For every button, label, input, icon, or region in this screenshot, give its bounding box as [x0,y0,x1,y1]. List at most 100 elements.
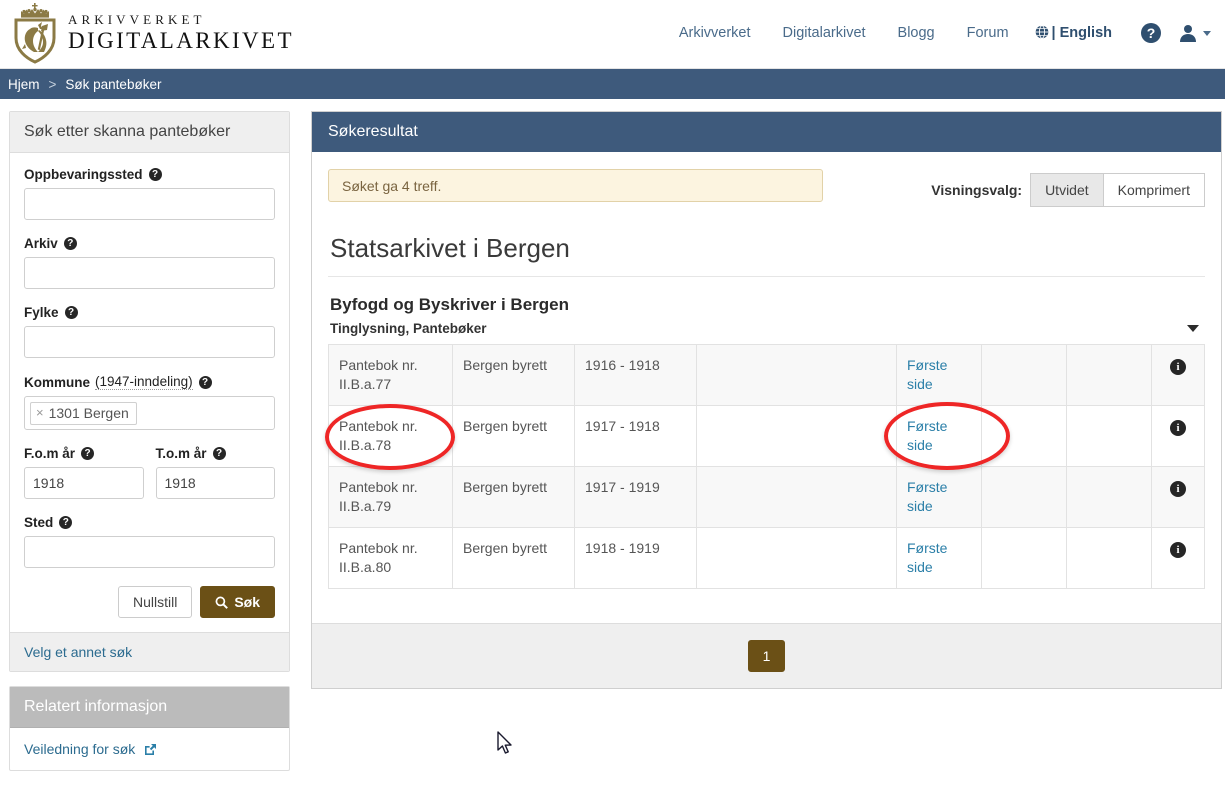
label-tom-ar: T.o.m år ? [156,446,276,461]
cell-court: Bergen byrett [452,466,575,528]
cell-info[interactable]: i [1151,344,1205,406]
user-icon [1180,25,1196,42]
kommune-tag[interactable]: × 1301 Bergen [30,401,137,425]
cell-court: Bergen byrett [452,344,575,406]
cell-years: 1917 - 1919 [574,466,697,528]
cell-years: 1917 - 1918 [574,405,697,467]
kommune-tag-remove-icon[interactable]: × [36,405,44,420]
input-fylke[interactable] [24,326,275,358]
first-page-link[interactable]: Første side [907,540,947,575]
view-option-komprimert[interactable]: Komprimert [1102,173,1205,207]
sidebar: Søk etter skanna pantebøker Oppbevarings… [9,111,290,771]
year-range-row: F.o.m år ? T.o.m år ? [24,444,275,513]
info-icon[interactable]: i [1170,420,1186,436]
group-subtitle: Tinglysning, Pantebøker [330,321,487,336]
table-row[interactable]: Pantebok nr. II.B.a.80 Bergen byrett 191… [328,527,1205,589]
input-oppbevaringssted[interactable] [24,188,275,220]
help-icon-sted[interactable]: ? [59,516,73,529]
first-page-link[interactable]: Første side [907,418,947,453]
related-info-body: Veiledning for søk [10,728,289,770]
guide-link[interactable]: Veiledning for søk [24,741,157,757]
page-root: ARKIVVERKET DIGITALARKIVET Arkivverket D… [0,0,1225,810]
input-arkiv[interactable] [24,257,275,289]
page-button-1[interactable]: 1 [747,640,786,672]
brand-logo[interactable]: ARKIVVERKET DIGITALARKIVET [8,2,294,64]
nav-link-arkivverket[interactable]: Arkivverket [663,25,767,41]
view-option-utvidet[interactable]: Utvidet [1030,173,1103,207]
info-icon[interactable]: i [1170,359,1186,375]
related-info-title: Relatert informasjon [10,687,289,728]
table-row[interactable]: Pantebok nr. II.B.a.77 Bergen byrett 191… [328,344,1205,406]
label-tom-ar-text: T.o.m år [155,446,207,461]
related-info-panel: Relatert informasjon Veiledning for søk [9,686,290,771]
help-icon-oppbevaringssted[interactable]: ? [148,168,162,181]
breadcrumb-current: Søk pantebøker [65,76,162,92]
question-circle-icon[interactable]: ? [1140,22,1162,44]
nav-link-digitalarkivet[interactable]: Digitalarkivet [767,25,882,41]
help-icon-fylke[interactable]: ? [64,306,78,319]
cell-years: 1918 - 1919 [574,527,697,589]
help-icon-arkiv[interactable]: ? [63,237,77,250]
info-icon[interactable]: i [1170,542,1186,558]
breadcrumb-link-home[interactable]: Hjem [8,77,40,92]
cell-col6 [981,405,1067,467]
brand-line-arkivverket: ARKIVVERKET [68,12,206,28]
page-content: Søk etter skanna pantebøker Oppbevarings… [0,99,1225,771]
cell-name: Pantebok nr. II.B.a.80 [328,527,453,589]
search-panel-title: Søk etter skanna pantebøker [10,112,289,153]
cell-extra [696,344,897,406]
reset-button[interactable]: Nullstill [117,586,193,618]
cell-link[interactable]: Første side [896,527,982,589]
result-panel: Søkeresultat Søket ga 4 treff. Visningsv… [311,111,1222,689]
kommune-tag-label: 1301 Bergen [48,404,129,421]
language-separator: | [1051,25,1056,41]
help-icon-fom-ar[interactable]: ? [81,447,95,460]
cell-court: Bergen byrett [452,527,575,589]
other-search-footer: Velg et annet søk [10,632,289,671]
label-sted: Sted ? [24,515,275,530]
input-sted[interactable] [24,536,275,568]
nav-link-blogg[interactable]: Blogg [882,25,951,41]
cell-col7 [1066,466,1152,528]
cell-link[interactable]: Første side [896,405,982,467]
help-icon-kommune[interactable]: ? [198,375,212,389]
cell-info[interactable]: i [1151,405,1205,467]
input-kommune[interactable]: × 1301 Bergen [24,396,275,430]
cell-info[interactable]: i [1151,466,1205,528]
help-icon-tom-ar[interactable]: ? [212,447,226,460]
chevron-down-icon[interactable] [1187,325,1199,332]
norwegian-coat-of-arms-icon [14,3,56,64]
table-row[interactable]: Pantebok nr. II.B.a.79 Bergen byrett 191… [328,466,1205,528]
search-icon [215,596,229,609]
table-row[interactable]: Pantebok nr. II.B.a.78 Bergen byrett 191… [328,405,1205,467]
info-icon[interactable]: i [1170,481,1186,497]
first-page-link[interactable]: Første side [907,357,947,392]
group-title: Byfogd og Byskriver i Bergen [330,295,570,314]
results-table: Pantebok nr. II.B.a.77 Bergen byrett 191… [328,344,1205,589]
cell-link[interactable]: Første side [896,466,982,528]
label-kommune-sublabel: (1947-inndeling) [95,374,193,390]
cell-col6 [981,344,1067,406]
site-header: ARKIVVERKET DIGITALARKIVET Arkivverket D… [0,0,1225,69]
input-fom-ar[interactable] [24,467,144,499]
cell-info[interactable]: i [1151,527,1205,589]
search-button[interactable]: Søk [200,586,275,618]
language-switcher[interactable]: | English [1025,25,1128,41]
cell-col7 [1066,405,1152,467]
other-search-link[interactable]: Velg et annet søk [24,644,132,660]
main-results: Søkeresultat Søket ga 4 treff. Visningsv… [311,111,1222,689]
cell-link[interactable]: Første side [896,344,982,406]
first-page-link[interactable]: Første side [907,479,947,514]
input-tom-ar[interactable] [155,467,275,499]
label-arkiv: Arkiv ? [24,236,275,251]
cell-name: Pantebok nr. II.B.a.77 [328,344,453,406]
view-options: Visningsvalg: Utvidet Komprimert [931,173,1205,207]
nav-link-forum[interactable]: Forum [951,25,1025,41]
pagination: 1 [312,623,1221,688]
user-menu[interactable] [1168,23,1211,43]
label-oppbevaringssted-text: Oppbevaringssted [24,167,143,182]
search-panel: Søk etter skanna pantebøker Oppbevarings… [9,111,290,672]
divider [328,276,1205,277]
archive-title: Statsarkivet i Bergen [330,233,570,263]
search-button-label: Søk [234,594,260,610]
